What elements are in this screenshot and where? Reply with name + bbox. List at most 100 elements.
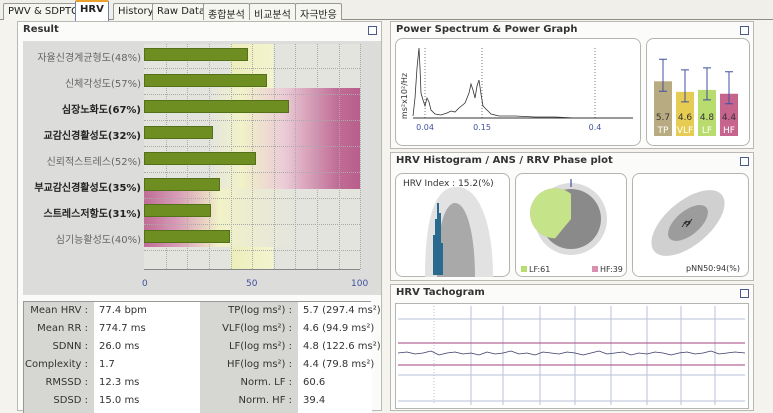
stats-value: 4.6 (94.9 ms²)	[298, 320, 374, 338]
hrv-tachogram-graph	[395, 303, 749, 409]
result-item-bar	[144, 152, 257, 165]
result-item-label: 신체각성도(57%)	[64, 79, 141, 90]
grid-line	[274, 44, 275, 269]
stats-value: 60.6	[298, 374, 372, 392]
stats-value: 39.4	[298, 392, 372, 410]
stats-label: Mean HRV :	[24, 302, 94, 320]
result-item-bar	[144, 48, 248, 61]
stats-label: SDSD :	[24, 392, 94, 410]
result-item-label: 심기능활성도(40%)	[55, 235, 141, 246]
result-panel: Result 자율신경계균형도(48%) 신체각성도(57%) 심장노화도(67…	[17, 21, 382, 413]
stats-row: Mean RR :774.7 ms VLF(log ms²) :4.6 (94.9…	[24, 320, 374, 338]
grid-line	[144, 198, 360, 199]
tab-comparison-analysis[interactable]: 비교분석	[249, 3, 296, 21]
hrv-stats-table: Mean HRV :77.4 bpm TP(log ms²) :5.7 (297.…	[23, 301, 381, 413]
stats-value: 26.0 ms	[94, 338, 200, 356]
ans-balance-graph: LF:61 HF:39	[515, 173, 627, 277]
hf-legend-swatch	[592, 266, 598, 272]
hrv-index-label: HRV Index : 15.2(%)	[403, 179, 494, 189]
stats-value: 4.4 (79.8 ms²)	[298, 356, 374, 374]
stats-label: VLF(log ms²) :	[200, 320, 298, 338]
tab-bar: PWV & SDPTG HRV History Raw Data 종합분석 비교…	[0, 0, 773, 21]
stats-row: SDSD :15.0 ms Norm. HF :39.4	[24, 392, 372, 410]
result-item-bar	[144, 126, 214, 139]
grid-line	[339, 44, 340, 269]
power-bar-value: 4.4	[722, 113, 737, 123]
tab-pwv-sdptg[interactable]: PWV & SDPTG	[3, 3, 84, 20]
stats-row: SDNN :26.0 ms LF(log ms²) :4.8 (122.6 ms²…	[24, 338, 381, 356]
grid-line	[144, 68, 360, 69]
result-item-bar	[144, 178, 220, 191]
stats-label: RMSSD :	[24, 374, 94, 392]
hrv-histogram-title: HRV Histogram / ANS / RRV Phase plot	[396, 155, 613, 166]
x-tick-label: 0.04	[416, 123, 434, 132]
grid-line	[360, 44, 361, 269]
x-tick-label: 100	[351, 279, 369, 289]
result-expand-button[interactable]	[368, 26, 377, 35]
power-bar-value: 4.8	[700, 113, 715, 123]
stats-label: Norm. HF :	[200, 392, 298, 410]
x-tick-label: 50	[246, 279, 258, 289]
power-spectrum-title: Power Spectrum & Power Graph	[396, 24, 578, 35]
hrv-tachogram-expand-button[interactable]	[740, 289, 749, 298]
lf-legend-swatch	[521, 266, 527, 272]
power-bar-name: VLF	[677, 126, 693, 136]
grid-line	[144, 224, 360, 225]
grid-line	[144, 172, 360, 173]
tab-raw-data[interactable]: Raw Data	[152, 3, 211, 20]
stats-value: 15.0 ms	[94, 392, 200, 410]
grid-line	[144, 146, 360, 147]
result-item-label: 스트레스저항도(31%)	[43, 209, 141, 220]
result-item-label: 신뢰적스트레스(52%)	[46, 157, 141, 168]
tab-hrv[interactable]: HRV	[75, 0, 109, 21]
stats-value: 77.4 bpm	[94, 302, 200, 320]
stats-label: SDNN :	[24, 338, 94, 356]
rrv-phase-plot: pNN50:94(%)	[632, 173, 749, 277]
stats-label: LF(log ms²) :	[200, 338, 298, 356]
power-spectrum-expand-button[interactable]	[740, 26, 749, 35]
stats-value: 5.7 (297.4 ms²)	[298, 302, 381, 320]
result-item-bar	[144, 100, 289, 113]
power-bar-graph: 5.7 TP 4.6 VLF 4.8 LF 4.4 HF	[646, 38, 750, 146]
lf-share-label: LF:61	[529, 265, 550, 274]
power-bar-name: TP	[657, 126, 669, 136]
power-bar-name: LF	[702, 126, 712, 136]
hrv-analysis-window: PWV & SDPTG HRV History Raw Data 종합분석 비교…	[0, 0, 773, 413]
stats-label: Norm. LF :	[200, 374, 298, 392]
result-bar-chart: 자율신경계균형도(48%) 신체각성도(57%) 심장노화도(67%) 교감신경활성도…	[23, 41, 381, 295]
hrv-histogram-panel: HRV Histogram / ANS / RRV Phase plot HRV…	[390, 152, 754, 281]
result-item-label: 자율신경계균형도(48%)	[37, 53, 141, 64]
tab-stimulus-response[interactable]: 자극반응	[295, 3, 342, 21]
power-bar-value: 4.6	[678, 113, 693, 123]
result-item-bar	[144, 230, 231, 243]
stats-label: HF(log ms²) :	[200, 356, 298, 374]
result-item-label: 부교감신경활성도(35%)	[34, 183, 141, 194]
hrv-tachogram-title: HRV Tachogram	[396, 287, 485, 298]
stats-value: 4.8 (122.6 ms²)	[298, 338, 381, 356]
hf-share-label: HF:39	[600, 265, 623, 274]
hrv-histogram-expand-button[interactable]	[740, 157, 749, 166]
grid-line	[144, 250, 360, 251]
power-bar-value: 5.7	[656, 113, 670, 123]
x-tick-label: 0	[142, 279, 148, 289]
stats-label: Mean RR :	[24, 320, 94, 338]
stats-row: Complexity :1.7 HF(log ms²) :4.4 (79.8 ms…	[24, 356, 374, 374]
power-spectrum-graph: ms²x10²/Hz 0.04 0.15 0.4	[395, 38, 641, 146]
power-spectrum-panel: Power Spectrum & Power Graph ms²x10²/Hz …	[390, 21, 754, 149]
hrv-histogram-graph: HRV Index : 15.2(%)	[395, 173, 510, 277]
result-item-bar	[144, 74, 268, 87]
x-tick-label: 0.15	[473, 123, 491, 132]
grid-line	[295, 44, 296, 269]
result-item-bar	[144, 204, 211, 217]
grid-line	[144, 120, 360, 121]
stats-label: Complexity :	[24, 356, 94, 374]
stats-value: 12.3 ms	[94, 374, 200, 392]
grid-line	[144, 94, 360, 95]
power-spectrum-ylabel: ms²x10²/Hz	[400, 73, 409, 119]
hrv-tachogram-panel: HRV Tachogram	[390, 284, 754, 411]
result-item-label: 심장노화도(67%)	[61, 105, 141, 116]
x-tick-label: 0.4	[589, 123, 602, 132]
tab-comprehensive-analysis[interactable]: 종합분석	[203, 3, 250, 21]
result-panel-title: Result	[23, 24, 59, 35]
stats-value: 774.7 ms	[94, 320, 200, 338]
